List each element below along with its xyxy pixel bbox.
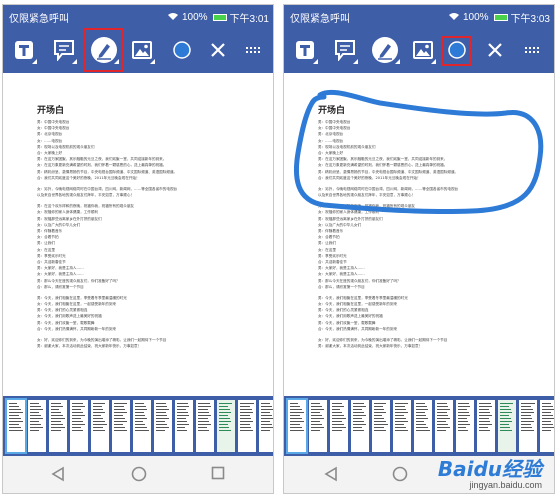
image-tool-icon [413, 41, 433, 59]
page-thumbnail[interactable] [91, 400, 109, 452]
recent-apps-icon[interactable] [211, 466, 225, 480]
annotation-toolbar [284, 27, 554, 73]
highlight-box [441, 36, 471, 66]
battery-icon [212, 14, 227, 21]
page-thumbnail[interactable] [540, 400, 554, 452]
status-bar: 仅限紧急呼叫 100% 下午3:01 [3, 5, 273, 27]
page-thumbnail[interactable] [238, 400, 256, 452]
page-thumbnail[interactable] [498, 400, 516, 452]
dropdown-indicator [72, 59, 77, 64]
navigation-bar: Baidu经验 jingyan.baidu.com [284, 453, 554, 493]
watermark-brand: Baidu经验 [437, 457, 542, 481]
page-thumbnail-strip [3, 396, 273, 456]
close-icon [211, 43, 225, 57]
baidu-watermark: Baidu经验 jingyan.baidu.com [438, 453, 542, 490]
more-icon [246, 47, 260, 53]
page-thumbnail-strip [284, 396, 554, 456]
more-button[interactable] [239, 27, 269, 73]
home-icon[interactable] [131, 466, 147, 482]
pen-tool-button[interactable] [368, 27, 402, 73]
more-button[interactable] [518, 27, 548, 73]
page-thumbnail[interactable] [393, 400, 411, 452]
dropdown-indicator [431, 59, 436, 64]
page-thumbnail[interactable] [414, 400, 432, 452]
clock: 下午3:03 [510, 14, 550, 25]
thumbnails [286, 398, 554, 454]
dropdown-indicator [313, 59, 318, 64]
page-thumbnail[interactable] [70, 400, 88, 452]
page-thumbnail[interactable] [286, 398, 308, 454]
document-line: 男：谢谢大家，本次活动到此结束，祝大家新年快乐，万事如意！ [37, 344, 142, 349]
page-thumbnail[interactable] [372, 400, 390, 452]
navigation-bar [3, 456, 273, 493]
page-thumbnail[interactable] [154, 400, 172, 452]
page-thumbnail[interactable] [5, 398, 27, 454]
battery-percent: 100% [462, 12, 489, 23]
carrier-text: 仅限紧急呼叫 [9, 14, 69, 25]
back-icon[interactable] [51, 466, 65, 482]
status-bar: 仅限紧急呼叫 100% 下午3:03 [284, 5, 554, 27]
image-tool-icon [132, 41, 152, 59]
battery-icon [493, 14, 508, 21]
close-button[interactable] [480, 27, 510, 73]
thumbnails [5, 398, 273, 454]
document-title: 开场白 [37, 105, 65, 115]
annotation-toolbar [3, 27, 273, 73]
page-thumbnail[interactable] [217, 400, 235, 452]
page-thumbnail[interactable] [259, 400, 273, 452]
page-thumbnail[interactable] [49, 400, 67, 452]
screenshot-before: 仅限紧急呼叫 100% 下午3:01 开场白 男：中国中央电视台 女：中国中央电… [2, 4, 274, 494]
comment-tool-button[interactable] [49, 27, 79, 73]
carrier-text: 仅限紧急呼叫 [290, 14, 350, 25]
document-page: 开场白 男：中国中央电视台 女：中国中央电视台 男：北京电视台 女：……电视台 男：现场… [3, 73, 273, 396]
highlight-box [84, 28, 124, 72]
page-thumbnail[interactable] [112, 400, 130, 452]
page-thumbnail[interactable] [351, 400, 369, 452]
image-tool-button[interactable] [127, 27, 157, 73]
page-thumbnail[interactable] [330, 400, 348, 452]
page-thumbnail[interactable] [456, 400, 474, 452]
page-thumbnail[interactable] [435, 400, 453, 452]
text-tool-icon [15, 41, 33, 59]
dropdown-indicator [32, 59, 37, 64]
close-icon [488, 43, 502, 57]
page-thumbnail[interactable] [519, 400, 537, 452]
dropdown-indicator [353, 59, 358, 64]
text-tool-button[interactable] [9, 27, 39, 73]
page-thumbnail[interactable] [133, 400, 151, 452]
comment-tool-icon [54, 40, 74, 61]
back-icon[interactable] [324, 466, 338, 482]
color-picker-icon [173, 41, 191, 59]
comment-tool-button[interactable] [330, 27, 360, 73]
page-thumbnail[interactable] [175, 400, 193, 452]
color-picker-button[interactable] [167, 27, 197, 73]
document-page: 开场白 男：中国中央电视台 女：中国中央电视台 男：北京电视台 女：……电视台 男：现场… [284, 73, 554, 396]
image-tool-button[interactable] [408, 27, 438, 73]
more-icon [525, 47, 539, 53]
dropdown-indicator [150, 59, 155, 64]
close-button[interactable] [203, 27, 233, 73]
page-thumbnail[interactable] [309, 400, 327, 452]
clock: 下午3:01 [229, 14, 269, 25]
page-thumbnail[interactable] [196, 400, 214, 452]
text-tool-button[interactable] [290, 27, 320, 73]
document-body: 男：中国中央电视台 女：中国中央电视台 男：北京电视台 女：……电视台 男：现场以及电视… [37, 119, 261, 349]
screenshot-after: 仅限紧急呼叫 100% 下午3:03 开场白 男：中国中央电视台 女：中国中央电… [283, 4, 555, 494]
page-thumbnail[interactable] [28, 400, 46, 452]
ink-circle-annotation [293, 89, 544, 215]
home-icon[interactable] [392, 466, 408, 482]
page-thumbnail[interactable] [477, 400, 495, 452]
comment-tool-icon [335, 40, 355, 61]
battery-percent: 100% [181, 12, 208, 23]
wifi-icon [167, 12, 179, 24]
wifi-icon [448, 12, 460, 24]
dropdown-indicator [395, 59, 400, 64]
text-tool-icon [296, 41, 314, 59]
